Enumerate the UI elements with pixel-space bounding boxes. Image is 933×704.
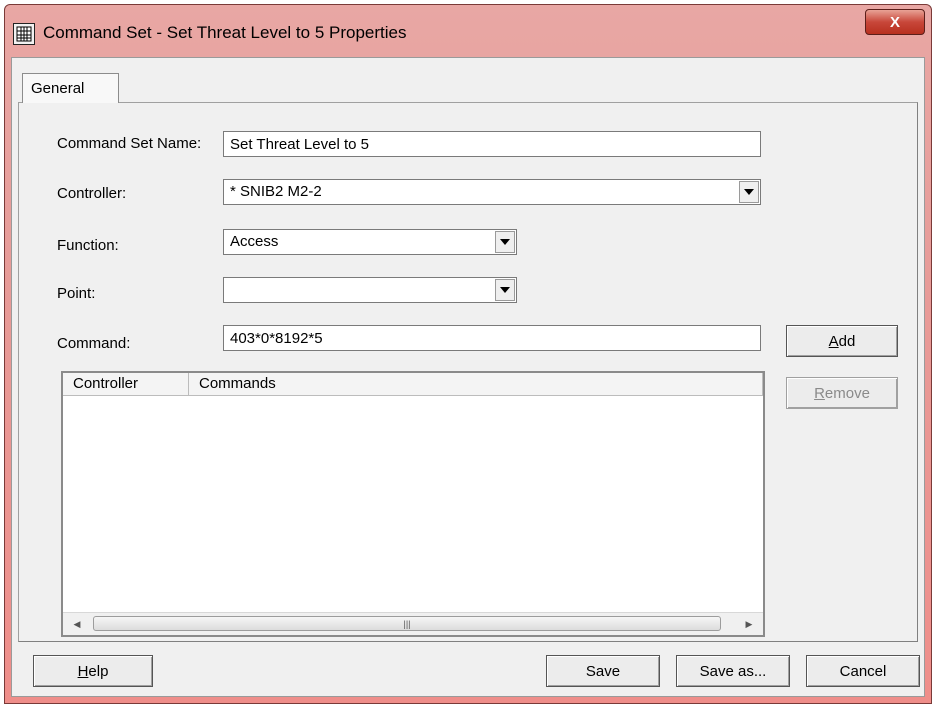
help-button-label-rest: elp [88,662,109,680]
add-button[interactable]: Add [786,325,898,357]
list-header: Controller Commands [63,373,763,396]
remove-button[interactable]: Remove [786,377,898,409]
close-button[interactable]: X [865,9,925,35]
help-button[interactable]: Help [33,655,153,687]
remove-button-label-rest: emove [824,384,870,402]
add-button-accel: A [828,332,839,350]
controller-select[interactable]: * SNIB2 M2-2 [223,179,761,205]
cancel-button[interactable]: Cancel [806,655,920,687]
horizontal-scrollbar[interactable]: ◀ ||| ▶ [63,612,763,635]
column-header-controller[interactable]: Controller [63,373,189,395]
command-set-name-label: Command Set Name: [57,135,202,152]
controller-label: Controller: [57,185,127,202]
controller-select-value: * SNIB2 M2-2 [230,183,322,200]
scrollbar-thumb[interactable]: ||| [93,616,721,631]
window-title: Command Set - Set Threat Level to 5 Prop… [43,23,407,42]
point-label: Point: [57,285,96,302]
general-tab-panel: Command Set Name: Controller: * SNIB2 M2… [18,102,918,642]
close-icon: X [889,13,900,31]
point-select[interactable] [223,277,517,303]
scroll-right-icon[interactable]: ▶ [741,616,757,632]
save-button[interactable]: Save [546,655,660,687]
function-label: Function: [57,237,119,254]
tab-general[interactable]: General [22,73,119,103]
chevron-down-icon[interactable] [495,231,515,253]
command-set-name-field[interactable] [223,131,761,157]
dialog-window: Command Set - Set Threat Level to 5 Prop… [4,4,932,704]
commands-list[interactable]: Controller Commands ◀ ||| ▶ [61,371,765,637]
title-bar[interactable]: Command Set - Set Threat Level to 5 Prop… [5,5,931,57]
help-button-accel: H [77,662,89,680]
chevron-down-icon[interactable] [739,181,759,203]
column-header-commands[interactable]: Commands [189,373,763,395]
chevron-down-icon[interactable] [495,279,515,301]
command-set-icon [13,23,35,45]
save-as-button[interactable]: Save as... [676,655,790,687]
dialog-client-area: General Command Set Name: Controller: * … [11,57,925,697]
remove-button-accel: R [814,384,825,402]
command-label: Command: [57,335,131,352]
command-field[interactable] [223,325,761,351]
add-button-label-rest: dd [838,332,856,350]
function-select-value: Access [230,233,279,250]
scroll-left-icon[interactable]: ◀ [69,616,85,632]
function-select[interactable]: Access [223,229,517,255]
